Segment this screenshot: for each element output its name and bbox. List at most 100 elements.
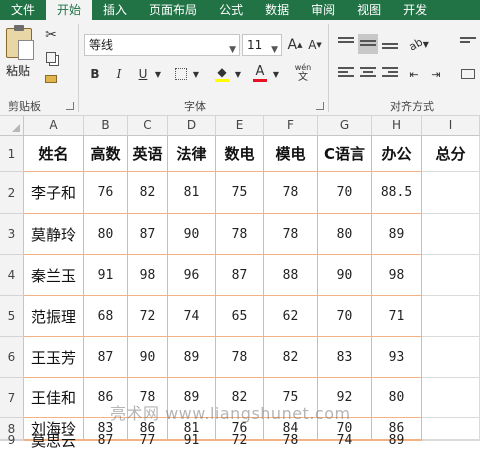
total-cell[interactable] (422, 440, 480, 441)
row-header-7[interactable]: 7 (0, 378, 24, 418)
score-cell[interactable]: 88 (264, 255, 318, 296)
score-cell[interactable]: 91 (168, 433, 216, 448)
tab-formulas[interactable]: 公式 (208, 0, 254, 20)
name-cell[interactable]: 王玉芳 (24, 337, 84, 378)
total-cell[interactable] (422, 378, 480, 418)
cut-button[interactable]: ✂ (40, 26, 62, 44)
borders-dropdown[interactable]: ▼ (190, 64, 202, 84)
fill-color-button[interactable]: ◆ (212, 62, 232, 84)
row-header-5[interactable]: 5 (0, 296, 24, 337)
score-cell[interactable]: 87 (84, 337, 128, 378)
score-cell[interactable]: 90 (128, 337, 168, 378)
score-cell[interactable]: 81 (168, 172, 216, 214)
name-cell[interactable]: 李子和 (24, 172, 84, 214)
bold-button[interactable]: B (86, 64, 104, 84)
font-launcher-icon[interactable] (316, 102, 324, 110)
header-cell[interactable]: 总分 (422, 136, 480, 172)
score-cell[interactable]: 78 (264, 214, 318, 255)
merge-center-button[interactable] (458, 64, 478, 84)
score-cell[interactable]: 82 (128, 172, 168, 214)
header-cell[interactable]: 模电 (264, 136, 318, 172)
tab-review[interactable]: 审阅 (300, 0, 346, 20)
tab-insert[interactable]: 插入 (92, 0, 138, 20)
grow-font-button[interactable]: A ▲ (286, 35, 304, 55)
tab-developer[interactable]: 开发 (392, 0, 438, 20)
row-header-1[interactable]: 1 (0, 136, 24, 172)
middle-align-button[interactable] (358, 34, 378, 54)
score-cell[interactable]: 74 (318, 433, 372, 448)
phonetic-guide-button[interactable]: wén 文 (290, 62, 316, 84)
fill-color-dropdown[interactable]: ▼ (232, 64, 244, 84)
column-header-i[interactable]: I (422, 116, 480, 136)
column-header-b[interactable]: B (84, 116, 128, 136)
score-cell[interactable]: 70 (318, 172, 372, 214)
column-header-d[interactable]: D (168, 116, 216, 136)
header-cell[interactable]: 高数 (84, 136, 128, 172)
total-cell[interactable] (422, 172, 480, 214)
align-right-button[interactable] (380, 64, 400, 84)
score-cell[interactable]: 91 (84, 255, 128, 296)
header-cell[interactable]: 英语 (128, 136, 168, 172)
score-cell[interactable]: 68 (84, 296, 128, 337)
column-header-f[interactable]: F (264, 116, 318, 136)
column-header-a[interactable]: A (24, 116, 84, 136)
score-cell[interactable]: 89 (168, 337, 216, 378)
name-cell[interactable]: 莫思云 (24, 432, 84, 450)
score-cell[interactable]: 78 (216, 337, 264, 378)
decrease-indent-button[interactable]: ⇤ (404, 64, 424, 84)
score-cell[interactable]: 83 (318, 337, 372, 378)
font-size-combobox[interactable]: 11 ▼ (242, 34, 282, 56)
copy-button[interactable] (40, 48, 62, 66)
total-cell[interactable] (422, 214, 480, 255)
score-cell[interactable]: 65 (216, 296, 264, 337)
score-cell[interactable]: 72 (128, 296, 168, 337)
score-cell[interactable]: 80 (318, 214, 372, 255)
shrink-font-button[interactable]: A ▼ (306, 35, 324, 55)
name-cell[interactable]: 范振理 (24, 296, 84, 337)
score-cell[interactable]: 87 (216, 255, 264, 296)
score-cell[interactable]: 77 (128, 433, 168, 448)
underline-dropdown[interactable]: ▼ (152, 64, 164, 84)
score-cell[interactable]: 75 (216, 172, 264, 214)
row-header-3[interactable]: 3 (0, 214, 24, 255)
column-header-e[interactable]: E (216, 116, 264, 136)
score-cell[interactable]: 87 (84, 433, 128, 448)
name-cell[interactable]: 王佳和 (24, 378, 84, 418)
score-cell[interactable]: 88.5 (372, 172, 422, 214)
column-header-c[interactable]: C (128, 116, 168, 136)
total-cell[interactable] (422, 296, 480, 337)
bottom-align-button[interactable] (380, 34, 400, 54)
row-header-6[interactable]: 6 (0, 337, 24, 378)
font-name-combobox[interactable]: 等线 ▼ (84, 34, 240, 56)
total-cell[interactable] (422, 255, 480, 296)
score-cell[interactable]: 80 (372, 378, 422, 418)
name-cell[interactable]: 莫静玲 (24, 214, 84, 255)
score-cell[interactable]: 90 (168, 214, 216, 255)
header-cell[interactable]: C语言 (318, 136, 372, 172)
column-header-h[interactable]: H (372, 116, 422, 136)
orientation-button[interactable]: ab ▼ (404, 34, 434, 54)
underline-button[interactable]: U (134, 64, 152, 84)
score-cell[interactable]: 72 (216, 433, 264, 448)
score-cell[interactable]: 74 (168, 296, 216, 337)
total-cell[interactable] (422, 337, 480, 378)
score-cell[interactable]: 93 (372, 337, 422, 378)
row-header-4[interactable]: 4 (0, 255, 24, 296)
score-cell[interactable]: 89 (372, 433, 422, 448)
align-left-button[interactable] (336, 64, 356, 84)
tab-data[interactable]: 数据 (254, 0, 300, 20)
format-painter-button[interactable] (40, 70, 62, 88)
score-cell[interactable]: 98 (372, 255, 422, 296)
score-cell[interactable]: 96 (168, 255, 216, 296)
row-header-2[interactable]: 2 (0, 172, 24, 214)
select-all-corner[interactable] (0, 116, 24, 136)
clipboard-launcher-icon[interactable] (66, 102, 74, 110)
score-cell[interactable]: 78 (216, 214, 264, 255)
score-cell[interactable]: 87 (128, 214, 168, 255)
wrap-text-button[interactable] (458, 34, 478, 54)
score-cell[interactable]: 71 (372, 296, 422, 337)
borders-button[interactable] (172, 64, 190, 84)
tab-page-layout[interactable]: 页面布局 (138, 0, 208, 20)
score-cell[interactable]: 70 (318, 296, 372, 337)
score-cell[interactable]: 62 (264, 296, 318, 337)
